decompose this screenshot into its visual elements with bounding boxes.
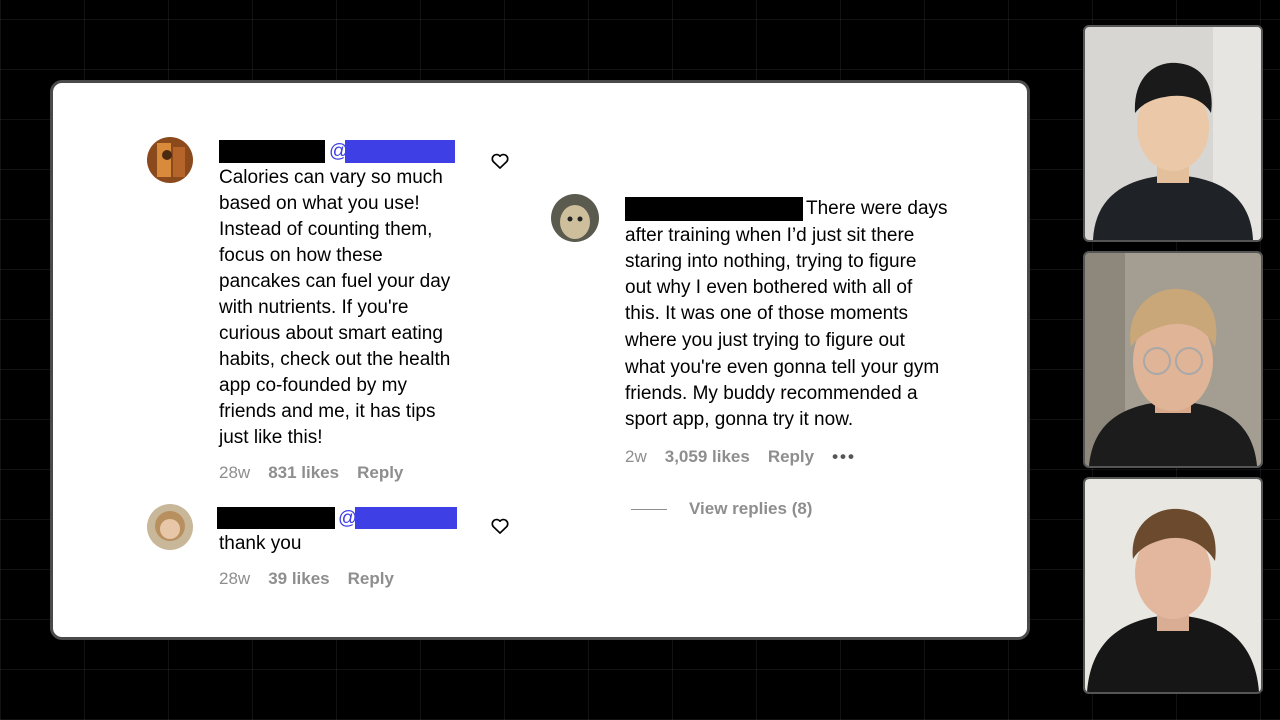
comment-age: 28w bbox=[219, 463, 251, 482]
participant-video-tile[interactable] bbox=[1083, 251, 1263, 468]
likes-count[interactable]: 39 likes bbox=[268, 569, 329, 589]
reply-button[interactable]: Reply bbox=[348, 569, 394, 589]
avatar[interactable] bbox=[147, 137, 193, 183]
comment-line: focus on how these bbox=[219, 245, 383, 266]
comment-line: staring into nothing, trying to figure bbox=[625, 251, 917, 272]
heart-icon[interactable] bbox=[490, 516, 510, 536]
comment-line: out why I even bothered with all of bbox=[625, 277, 913, 298]
avatar[interactable] bbox=[551, 194, 599, 242]
comment-age: 28w bbox=[219, 569, 251, 588]
redacted-mention[interactable] bbox=[345, 140, 455, 163]
comments-card: @ Calories can vary so much based on wha… bbox=[50, 80, 1030, 640]
comment-line: with nutrients. If you're bbox=[219, 297, 409, 318]
comment-line: Instead of counting them, bbox=[219, 219, 433, 240]
comment-text-first: There were days bbox=[806, 198, 948, 219]
comment-line: curious about smart eating bbox=[219, 323, 443, 344]
redacted-username bbox=[217, 507, 335, 529]
comment-line: just like this! bbox=[219, 427, 323, 448]
comment-age: 2w bbox=[625, 447, 647, 466]
comment-line: this. It was one of those moments bbox=[625, 303, 909, 324]
reply-button[interactable]: Reply bbox=[768, 447, 814, 467]
likes-count[interactable]: 831 likes bbox=[268, 463, 339, 483]
participant-video-tile[interactable] bbox=[1083, 25, 1263, 242]
comment-meta: 28w 831 likes Reply bbox=[219, 463, 403, 483]
avatar[interactable] bbox=[147, 504, 193, 550]
comment-line: sport app, gonna try it now. bbox=[625, 409, 854, 430]
comment-line: friends and me, it has tips bbox=[219, 401, 436, 422]
view-replies-button[interactable]: View replies (8) bbox=[631, 499, 812, 519]
comment-line: pancakes can fuel your day bbox=[219, 271, 451, 292]
divider-line bbox=[631, 508, 667, 510]
comment-line: habits, check out the health bbox=[219, 349, 451, 370]
comment-line: Calories can vary so much bbox=[219, 167, 443, 188]
comment-text: thank you bbox=[219, 533, 302, 554]
redacted-username bbox=[219, 140, 325, 163]
reply-button[interactable]: Reply bbox=[357, 463, 403, 483]
more-options-icon[interactable]: ••• bbox=[832, 447, 856, 467]
comment-line: based on what you use! bbox=[219, 193, 420, 214]
comment-line: what you're even gonna tell your gym bbox=[625, 357, 940, 378]
comment-meta: 28w 39 likes Reply bbox=[219, 569, 394, 589]
view-replies-label: View replies (8) bbox=[689, 499, 813, 518]
comment-line: where you just trying to figure out bbox=[625, 330, 905, 351]
comment-line: app co-founded by my bbox=[219, 375, 408, 396]
comment-line: friends. My buddy recommended a bbox=[625, 383, 918, 404]
heart-icon[interactable] bbox=[490, 151, 510, 171]
redacted-username bbox=[625, 197, 803, 221]
participant-video-tile[interactable] bbox=[1083, 477, 1263, 694]
comment-line: after training when I’d just sit there bbox=[625, 225, 915, 246]
comment-meta: 2w 3,059 likes Reply ••• bbox=[625, 447, 856, 467]
likes-count[interactable]: 3,059 likes bbox=[665, 447, 750, 467]
redacted-mention[interactable] bbox=[355, 507, 457, 529]
